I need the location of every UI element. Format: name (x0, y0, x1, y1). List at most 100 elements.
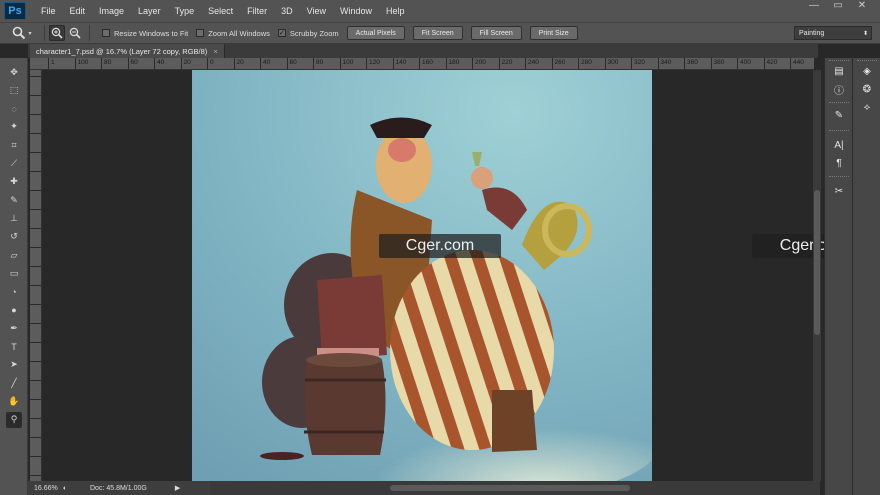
collapsed-panel-dock-2: ◈ ❂ ⟡ (852, 58, 880, 495)
menu-edit[interactable]: Edit (63, 0, 93, 22)
history-brush-icon[interactable]: ↺ (6, 229, 22, 245)
ruler-tick-label: 40 (154, 58, 164, 69)
scrollbar-thumb[interactable] (814, 190, 820, 335)
tool-preset-picker[interactable]: ▾ (4, 24, 40, 42)
zoom-all-windows-label: Zoom All Windows (208, 28, 270, 38)
document-tab-title: character1_7.psd @ 16.7% (Layer 72 copy,… (36, 46, 208, 56)
document-canvas[interactable] (192, 70, 652, 481)
workspace-switcher[interactable]: Painting ⬍ (794, 26, 872, 40)
layers-icon[interactable]: ◈ (860, 64, 874, 78)
history-icon[interactable]: ▤ (832, 64, 846, 78)
actual-pixels-button[interactable]: Actual Pixels (346, 26, 405, 40)
marquee-icon[interactable]: ⬚ (6, 82, 22, 98)
character-artwork (192, 70, 652, 481)
divider (89, 25, 90, 41)
fill-screen-button[interactable]: Fill Screen (470, 26, 522, 40)
zoom-out-button[interactable] (67, 25, 83, 41)
ruler-tick-label: 100 (339, 58, 353, 69)
scrollbar-thumb[interactable] (390, 485, 630, 491)
crop-icon[interactable]: ⌗ (6, 137, 22, 153)
brush-panel-icon[interactable]: ✎ (832, 108, 846, 122)
panel-grip[interactable] (829, 130, 849, 132)
scrubby-zoom-label: Scrubby Zoom (289, 28, 339, 38)
ruler-tick (30, 247, 41, 248)
menu-layer[interactable]: Layer (131, 0, 168, 22)
horizontal-scrollbar[interactable] (210, 481, 820, 495)
zoom-in-button[interactable] (49, 25, 65, 41)
fit-screen-button[interactable]: Fit Screen (412, 26, 463, 40)
ruler-tick (30, 228, 41, 229)
zoom-all-windows-checkbox[interactable]: Zoom All Windows (196, 29, 270, 38)
paragraph-icon[interactable]: ¶ (832, 156, 846, 170)
ruler-tick-label: 260 (551, 58, 565, 69)
menu-view[interactable]: View (300, 0, 333, 22)
ruler-tick (30, 266, 41, 267)
minimize-button[interactable]: — (802, 0, 826, 14)
horizontal-ruler: 1 100 80 60 40 20 0 20 40 60 80 100 120 140 160 180 200 2… (44, 58, 814, 70)
status-info-icon[interactable]: ◐ (58, 485, 72, 492)
panel-grip[interactable] (857, 60, 877, 62)
move-icon[interactable]: ✥ (6, 64, 22, 80)
ruler-tick-label: 400 (737, 58, 751, 69)
zoom-level[interactable]: 16.66% (28, 485, 58, 492)
gradient-icon[interactable]: ▭ (6, 265, 22, 281)
tools-preset-icon[interactable]: ✂ (832, 184, 846, 198)
magic-wand-icon[interactable]: ✦ (6, 119, 22, 135)
checkbox-box (196, 29, 205, 37)
healing-icon[interactable]: ✚ (6, 174, 22, 190)
blur-icon[interactable]: ◔ (6, 284, 22, 300)
vertical-scrollbar[interactable] (813, 70, 821, 481)
resize-windows-checkbox[interactable]: Resize Windows to Fit (102, 29, 188, 38)
print-size-button[interactable]: Print Size (529, 26, 578, 40)
panel-grip[interactable] (829, 102, 849, 104)
document-tab[interactable]: character1_7.psd @ 16.7% (Layer 72 copy,… (30, 44, 225, 58)
panel-grip[interactable] (829, 176, 849, 178)
ruler-tick-label: 200 (472, 58, 486, 69)
info-icon[interactable]: ⓘ (832, 82, 846, 97)
paths-icon[interactable]: ⟡ (860, 100, 874, 114)
maximize-button[interactable]: ▭ (826, 0, 850, 14)
ruler-tick-label: 300 (604, 58, 618, 69)
chevron-right-icon[interactable]: ▶ (175, 484, 180, 492)
type-icon[interactable]: T (6, 339, 22, 355)
menu-window[interactable]: Window (333, 0, 379, 22)
menu-image[interactable]: Image (92, 0, 131, 22)
menu-3d[interactable]: 3D (274, 0, 300, 22)
menu-filter[interactable]: Filter (240, 0, 274, 22)
ruler-tick-label: 280 (578, 58, 592, 69)
ruler-tick (30, 171, 41, 172)
ruler-origin[interactable] (30, 58, 44, 70)
menu-type[interactable]: Type (168, 0, 202, 22)
ruler-tick (30, 456, 41, 457)
ruler-tick (30, 209, 41, 210)
ruler-tick (30, 304, 41, 305)
ruler-tick (30, 133, 41, 134)
shape-icon[interactable]: ╱ (6, 375, 22, 391)
hand-icon[interactable]: ✋ (6, 393, 22, 409)
tools-panel: ✥ ⬚ ◌ ✦ ⌗ ⟋ ✚ ✎ ⊥ ↺ ▱ ▭ ◔ ● ✒ T ➤ ╱ ✋ ⚲ (0, 58, 28, 495)
zoom-icon[interactable]: ⚲ (6, 411, 22, 428)
path-select-icon[interactable]: ➤ (6, 357, 22, 373)
menu-select[interactable]: Select (201, 0, 240, 22)
menu-file[interactable]: File (34, 0, 63, 22)
pen-icon[interactable]: ✒ (6, 320, 22, 336)
close-tab-icon[interactable]: × (213, 47, 217, 56)
menu-help[interactable]: Help (379, 0, 412, 22)
ruler-tick-label: 140 (392, 58, 406, 69)
channels-icon[interactable]: ❂ (860, 82, 874, 96)
ruler-tick (30, 418, 41, 419)
ruler-tick-label: 1 (48, 58, 55, 69)
close-window-button[interactable]: ✕ (850, 0, 874, 14)
divider (44, 25, 45, 41)
panel-grip[interactable] (829, 60, 849, 62)
scrubby-zoom-checkbox[interactable]: ✓ Scrubby Zoom (277, 28, 339, 38)
dodge-icon[interactable]: ● (6, 302, 22, 318)
clone-stamp-icon[interactable]: ⊥ (6, 210, 22, 226)
eraser-icon[interactable]: ▱ (6, 247, 22, 263)
character-icon[interactable]: A| (832, 138, 846, 152)
lasso-icon[interactable]: ◌ (6, 101, 22, 117)
ruler-tick (30, 323, 41, 324)
eyedropper-icon[interactable]: ⟋ (6, 156, 22, 172)
brush-icon[interactable]: ✎ (6, 192, 22, 208)
canvas-area[interactable] (42, 70, 814, 481)
